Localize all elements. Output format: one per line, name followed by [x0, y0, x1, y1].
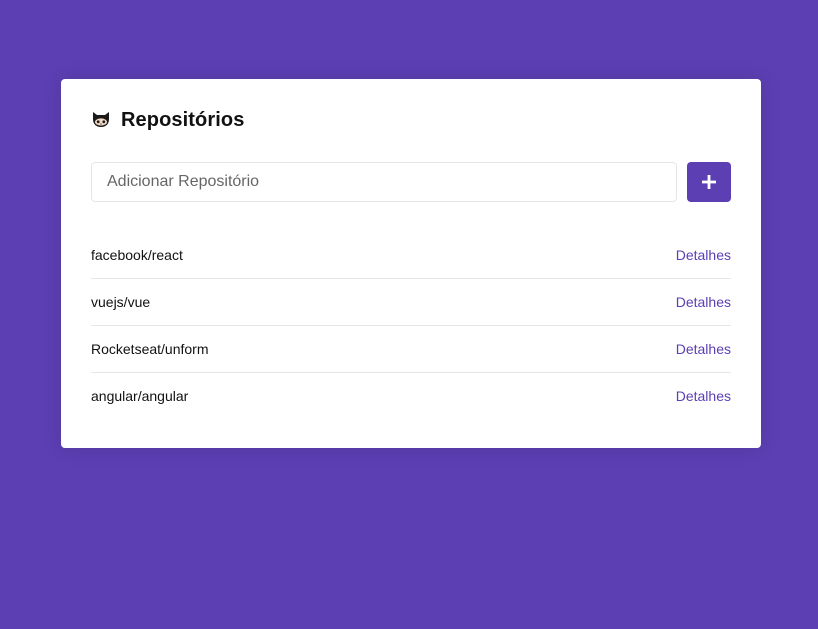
- details-link[interactable]: Detalhes: [676, 341, 731, 357]
- repository-name: Rocketseat/unform: [91, 341, 209, 357]
- add-repository-form: [91, 162, 731, 202]
- repository-name: facebook/react: [91, 247, 183, 263]
- list-item: vuejs/vue Detalhes: [91, 278, 731, 325]
- repository-input[interactable]: [91, 162, 677, 202]
- repositories-card: Repositórios facebook/react Detalhes vue…: [61, 79, 761, 448]
- list-item: facebook/react Detalhes: [91, 232, 731, 278]
- details-link[interactable]: Detalhes: [676, 388, 731, 404]
- list-item: Rocketseat/unform Detalhes: [91, 325, 731, 372]
- add-repository-button[interactable]: [687, 162, 731, 202]
- list-item: angular/angular Detalhes: [91, 372, 731, 419]
- page-title: Repositórios: [121, 108, 245, 131]
- card-header: Repositórios: [91, 108, 244, 132]
- details-link[interactable]: Detalhes: [676, 247, 731, 263]
- repository-list: facebook/react Detalhes vuejs/vue Detalh…: [91, 232, 731, 419]
- details-link[interactable]: Detalhes: [676, 294, 731, 310]
- repository-name: angular/angular: [91, 388, 189, 404]
- github-icon: [91, 110, 111, 130]
- repository-name: vuejs/vue: [91, 294, 151, 310]
- plus-icon: [702, 175, 716, 189]
